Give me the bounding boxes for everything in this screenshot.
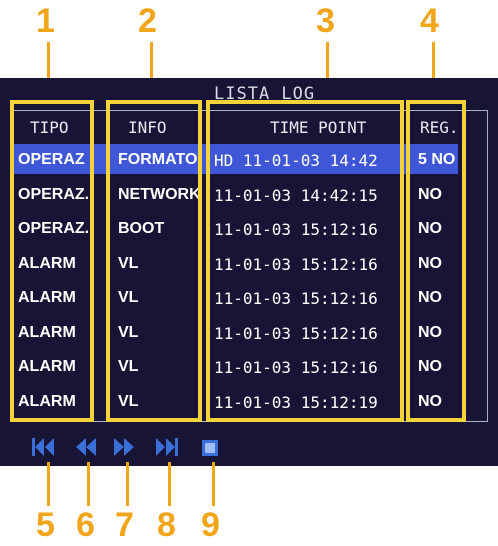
callout-5-pointer	[47, 462, 50, 506]
stop-icon[interactable]	[200, 438, 220, 460]
previous-page-icon[interactable]	[74, 436, 98, 458]
callout-8-pointer	[168, 462, 171, 506]
callout-1: 1	[36, 2, 55, 40]
callout-9: 9	[201, 506, 220, 544]
callout-6-pointer	[87, 462, 90, 506]
highlight-box-time-point	[206, 100, 404, 422]
callout-8: 8	[157, 506, 176, 544]
next-page-icon[interactable]	[112, 436, 136, 458]
first-page-icon[interactable]	[30, 436, 56, 458]
callout-6: 6	[76, 506, 95, 544]
callout-9-pointer	[212, 462, 215, 506]
callout-5: 5	[36, 506, 55, 544]
highlight-box-info	[106, 100, 202, 422]
callout-4: 4	[420, 2, 439, 40]
last-page-icon[interactable]	[154, 436, 180, 458]
highlight-box-reg	[406, 100, 466, 422]
highlight-box-tipo	[10, 100, 94, 422]
callout-7: 7	[115, 506, 134, 544]
callout-3: 3	[316, 2, 335, 40]
callout-7-pointer	[126, 462, 129, 506]
callout-2: 2	[138, 2, 157, 40]
